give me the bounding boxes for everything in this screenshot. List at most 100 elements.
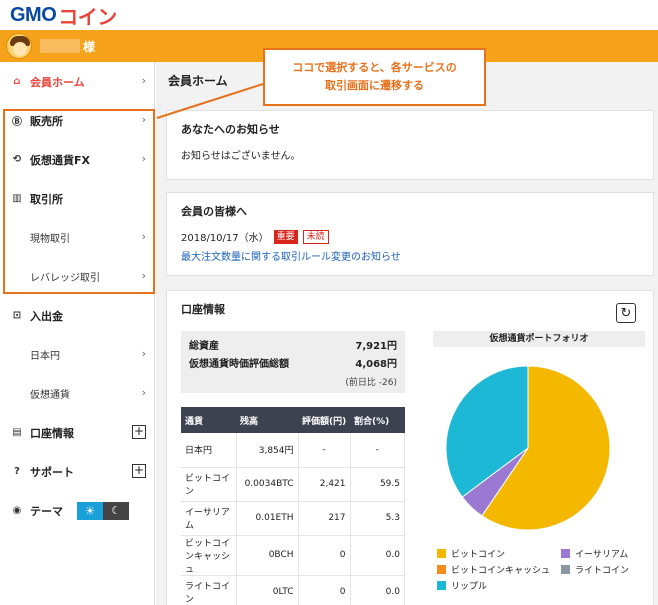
expand-plus-icon[interactable]: + bbox=[132, 464, 146, 478]
table-cell: - bbox=[350, 433, 405, 468]
table-cell: 0.0 bbox=[350, 575, 405, 605]
table-row: ライトコイン 0LTC 0 0.0 bbox=[181, 575, 405, 605]
column-header: 割合(%) bbox=[350, 407, 405, 433]
logo-gmo: GMO bbox=[10, 3, 57, 26]
table-cell: 59.5 bbox=[350, 467, 405, 502]
notice-date: 2018/10/17（水） bbox=[181, 233, 269, 244]
table-cell: 0LTC bbox=[236, 575, 299, 605]
legend-swatch bbox=[437, 549, 446, 558]
question-icon: ? bbox=[14, 466, 20, 477]
sidebar-item-label: サポート bbox=[30, 465, 74, 479]
highlight-frame bbox=[3, 109, 155, 294]
user-suffix: 様 bbox=[83, 39, 96, 54]
logo-coin: コイン bbox=[58, 6, 117, 29]
palette-icon: ◉ bbox=[12, 505, 22, 516]
chevron-right-icon: › bbox=[141, 74, 146, 87]
table-cell: 0 bbox=[298, 575, 351, 605]
sidebar-item-deposit[interactable]: ⊡ 入出金 bbox=[0, 296, 154, 335]
legend-label: ビットコインキャッシュ bbox=[451, 566, 551, 576]
theme-toggle[interactable]: ☀ ☾ bbox=[77, 501, 129, 520]
expand-plus-icon[interactable]: + bbox=[132, 425, 146, 439]
sidebar-item-label: 入出金 bbox=[30, 309, 63, 323]
legend-item: ライトコイン bbox=[561, 563, 629, 576]
important-badge: 重要 bbox=[273, 229, 298, 244]
chevron-right-icon: › bbox=[141, 386, 146, 399]
column-header: 残高 bbox=[236, 407, 298, 433]
legend-label: ビットコイン bbox=[451, 550, 506, 560]
crypto-value: 4,068円 bbox=[355, 358, 397, 370]
account-card: 口座情報 ↻ 総資産 7,921円 仮想通貨時価評価総額 4,068円 (前日比… bbox=[166, 290, 654, 605]
deposit-icon: ⊡ bbox=[12, 310, 22, 321]
legend-label: イーサリアム bbox=[575, 550, 629, 560]
sidebar-item-home[interactable]: ⌂ 会員ホーム › bbox=[0, 62, 154, 101]
table-cell: 217 bbox=[298, 501, 351, 536]
change-note: (前日比 -26) bbox=[345, 378, 397, 388]
table-cell: 0BCH bbox=[236, 535, 299, 576]
table-cell: 0.0034BTC bbox=[236, 467, 299, 502]
sidebar-item-account[interactable]: ▤ 口座情報 + bbox=[0, 413, 154, 452]
callout-annotation: ココで選択すると、各サービスの 取引画面に遷移する bbox=[263, 48, 486, 106]
gmo-coin-logo[interactable]: GMO コイン bbox=[10, 3, 117, 29]
account-icon: ▤ bbox=[12, 427, 22, 438]
notice-text: お知らせはございません。 bbox=[181, 151, 301, 162]
sidebar-item-jpy[interactable]: 日本円 › bbox=[0, 335, 154, 374]
callout-connector bbox=[156, 83, 264, 119]
asset-table: 通貨 残高 評価額(円) 割合(%) 日本円 3,854円 - - ビットコイン… bbox=[181, 407, 405, 605]
table-cell: 0 bbox=[298, 535, 351, 576]
legend-swatch bbox=[437, 581, 446, 590]
username-redacted bbox=[40, 39, 80, 53]
table-row: ビットコインキャッシュ 0BCH 0 0.0 bbox=[181, 535, 405, 576]
total-assets-label: 総資産 bbox=[189, 340, 219, 352]
unread-badge: 未読 bbox=[302, 229, 329, 244]
legend-item: リップル bbox=[437, 579, 487, 592]
table-cell: ビットコインキャッシュ bbox=[181, 535, 237, 576]
sidebar-item-support[interactable]: ? サポート + bbox=[0, 452, 154, 491]
legend-label: ライトコイン bbox=[575, 566, 630, 576]
table-row: ビットコイン 0.0034BTC 2,421 59.5 bbox=[181, 467, 405, 502]
table-cell: 0.0 bbox=[350, 535, 405, 576]
table-cell: 0.01ETH bbox=[236, 501, 299, 536]
table-cell: 2,421 bbox=[298, 467, 351, 502]
column-header: 評価額(円) bbox=[298, 407, 350, 433]
chevron-right-icon: › bbox=[141, 347, 146, 360]
avatar[interactable] bbox=[6, 33, 32, 59]
refresh-icon: ↻ bbox=[620, 305, 632, 321]
refresh-button[interactable]: ↻ bbox=[616, 303, 636, 323]
sidebar-item-crypto[interactable]: 仮想通貨 › bbox=[0, 374, 154, 413]
legend-swatch bbox=[437, 565, 446, 574]
table-cell: 5.3 bbox=[350, 501, 405, 536]
sidebar-item-label: 仮想通貨 bbox=[30, 390, 70, 401]
portfolio-title: 仮想通貨ポートフォリオ bbox=[433, 331, 645, 347]
crypto-value-label: 仮想通貨時価評価総額 bbox=[189, 358, 289, 370]
notice-link[interactable]: 最大注文数量に関する取引ルール変更のお知らせ bbox=[167, 244, 653, 263]
table-cell: 3,854円 bbox=[236, 433, 299, 468]
legend-swatch bbox=[561, 565, 570, 574]
moon-icon[interactable]: ☾ bbox=[103, 501, 129, 520]
sidebar-item-theme: ◉ テーマ ☀ ☾ bbox=[0, 491, 154, 530]
asset-summary: 総資産 7,921円 仮想通貨時価評価総額 4,068円 (前日比 -26) bbox=[181, 331, 405, 393]
sidebar-item-label: 日本円 bbox=[30, 351, 60, 362]
column-header: 通貨 bbox=[181, 407, 236, 433]
callout-line-2: 取引画面に遷移する bbox=[325, 79, 424, 92]
table-cell: イーサリアム bbox=[181, 501, 237, 536]
table-row: イーサリアム 0.01ETH 217 5.3 bbox=[181, 501, 405, 536]
main-content: 会員ホーム あなたへのお知らせ お知らせはございません。 会員の皆様へ 2018… bbox=[156, 62, 658, 605]
legend-item: イーサリアム bbox=[561, 547, 628, 560]
sidebar-item-label: 口座情報 bbox=[30, 426, 74, 440]
members-card: 会員の皆様へ 2018/10/17（水） 重要 未読 最大注文数量に関する取引ル… bbox=[166, 192, 654, 276]
portfolio-pie-chart bbox=[445, 365, 611, 531]
house-icon: ⌂ bbox=[13, 76, 21, 87]
table-row: 日本円 3,854円 - - bbox=[181, 433, 405, 468]
members-title: 会員の皆様へ bbox=[181, 205, 247, 218]
legend-item: ビットコインキャッシュ bbox=[437, 563, 550, 576]
table-cell: 日本円 bbox=[181, 433, 237, 468]
legend-label: リップル bbox=[451, 582, 488, 592]
table-cell: - bbox=[298, 433, 351, 468]
sun-icon[interactable]: ☀ bbox=[77, 501, 103, 520]
account-title: 口座情報 bbox=[181, 303, 225, 316]
legend-swatch bbox=[561, 549, 570, 558]
legend-item: ビットコイン bbox=[437, 547, 505, 560]
total-assets-value: 7,921円 bbox=[355, 340, 397, 352]
sidebar-item-label: テーマ bbox=[30, 504, 63, 518]
table-cell: ビットコイン bbox=[181, 467, 237, 502]
